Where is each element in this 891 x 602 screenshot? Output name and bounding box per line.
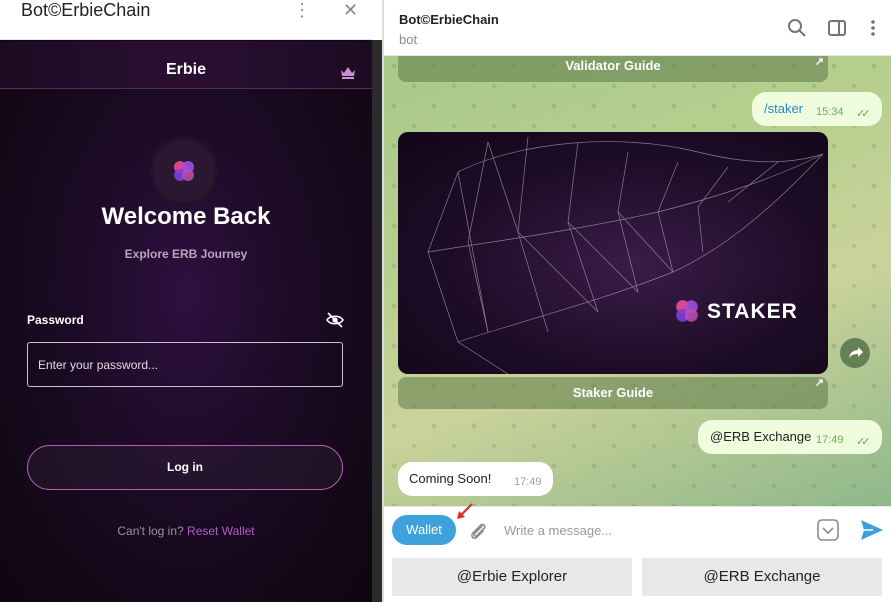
message-time: 15:34 (816, 106, 844, 118)
cant-login-label: Can't log in? (117, 524, 184, 538)
window-divider (372, 40, 382, 602)
mini-app-titlebar: Bot©ErbieChain ⋮ ✕ (0, 0, 372, 40)
message-photo-staker[interactable]: STAKER (398, 132, 828, 374)
attach-icon[interactable] (468, 520, 488, 542)
double-check-icon: ✓✓ (856, 108, 871, 120)
message-out-staker[interactable]: /staker 15:34 ✓✓ (752, 92, 882, 126)
erbie-logo (153, 140, 215, 202)
message-out-erb-exchange[interactable]: @ERB Exchange 17:49 ✓✓ (698, 420, 882, 454)
erbie-logo-icon (174, 161, 194, 181)
search-icon[interactable] (787, 18, 807, 38)
welcome-subtitle: Explore ERB Journey (124, 247, 248, 261)
login-panel: Welcome Back Explore ERB Journey Passwor… (0, 90, 372, 602)
external-link-icon: ↗ (814, 56, 824, 68)
message-input[interactable] (504, 519, 804, 541)
share-icon[interactable] (840, 338, 870, 368)
bot-command-link[interactable]: /staker (764, 101, 803, 116)
app-header: Erbie (0, 41, 372, 89)
crown-icon[interactable] (340, 65, 356, 79)
reply-button-erb-exchange[interactable]: @ERB Exchange (642, 558, 882, 596)
chat-title: Bot©ErbieChain (399, 12, 499, 27)
double-check-icon: ✓✓ (856, 436, 871, 448)
close-icon[interactable]: ✕ (343, 1, 358, 19)
inline-button-label: Validator Guide (565, 58, 661, 73)
external-link-icon: ↗ (814, 377, 824, 389)
more-vertical-icon[interactable] (863, 18, 883, 38)
mini-app-window-title: Bot©ErbieChain (21, 0, 151, 20)
login-button[interactable]: Log in (27, 445, 343, 490)
password-input[interactable] (27, 342, 343, 387)
inline-button-label: Staker Guide (572, 385, 654, 400)
reply-button-erbie-explorer[interactable]: @Erbie Explorer (392, 558, 632, 596)
keyboard-toggle-icon[interactable] (817, 519, 839, 541)
chat-window: Bot©ErbieChain bot Validator Guide ↗ /st… (384, 0, 891, 602)
message-composer: Wallet (384, 503, 891, 554)
send-icon[interactable] (860, 519, 884, 541)
password-label: Password (27, 313, 84, 327)
welcome-heading: Welcome Back (101, 203, 271, 230)
reset-wallet-link[interactable]: Reset Wallet (187, 524, 255, 538)
screen: Bot©ErbieChain ⋮ ✕ Erbie Welcome Back Ex (0, 0, 891, 602)
inline-button-validator-guide[interactable]: Validator Guide ↗ (398, 56, 828, 82)
reply-keyboard: @Erbie Explorer @ERB Exchange (384, 554, 891, 602)
eye-off-icon[interactable] (326, 311, 344, 329)
staker-logo-icon (676, 300, 698, 322)
message-time: 17:49 (816, 434, 844, 446)
more-vertical-icon[interactable]: ⋮ (293, 1, 311, 19)
sidebar-toggle-icon[interactable] (827, 18, 847, 38)
message-time: 17:49 (514, 476, 542, 488)
wallet-menu-button[interactable]: Wallet (392, 515, 456, 545)
message-text: Coming Soon! (409, 471, 492, 486)
cant-login-text: Can't log in? Reset Wallet (0, 524, 372, 538)
app-title: Erbie (165, 61, 206, 78)
message-list[interactable]: Validator Guide ↗ /staker 15:34 ✓✓ STAKE… (384, 56, 891, 506)
inline-button-staker-guide[interactable]: Staker Guide ↗ (398, 377, 828, 409)
chat-status: bot (399, 32, 418, 47)
message-in-coming-soon[interactable]: Coming Soon! 17:49 (398, 462, 553, 496)
photo-brand-text: STAKER (707, 300, 798, 323)
mini-app-window: Bot©ErbieChain ⋮ ✕ Erbie Welcome Back Ex (0, 0, 372, 602)
chat-header[interactable]: Bot©ErbieChain bot (384, 0, 891, 56)
message-text: @ERB Exchange (710, 429, 812, 444)
wireframe-graphic (427, 136, 824, 374)
